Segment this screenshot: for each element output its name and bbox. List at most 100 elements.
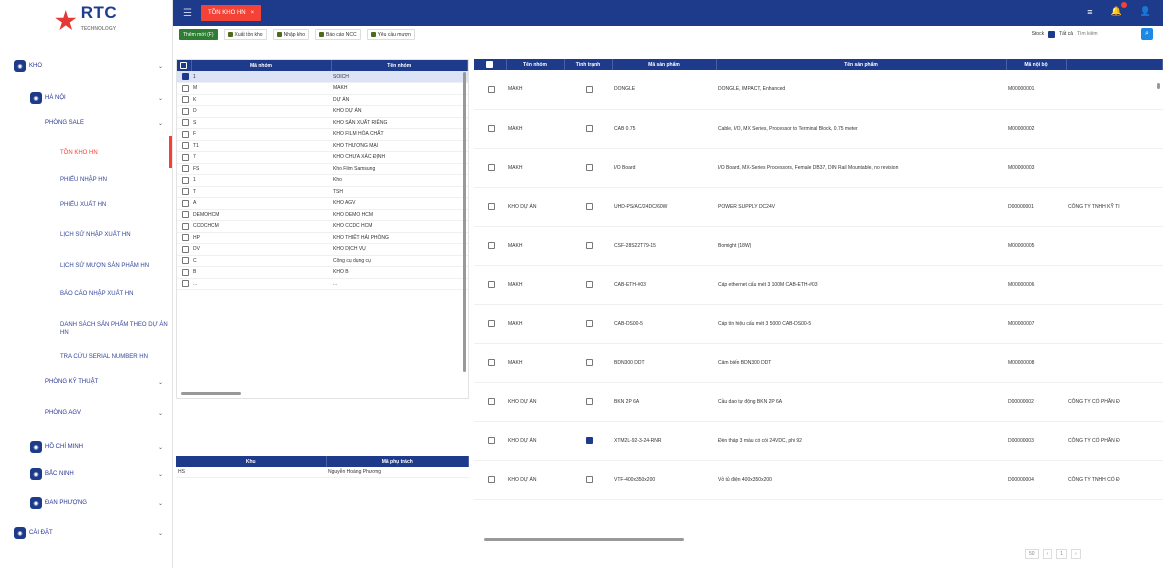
sidebar-item[interactable]: TỒN KHO HN xyxy=(0,149,172,157)
row-checkbox[interactable] xyxy=(181,257,189,265)
row-checkbox-cell[interactable] xyxy=(474,421,506,461)
horizontal-scrollbar[interactable] xyxy=(181,392,241,395)
table-row[interactable]: HS Nguyễn Hoàng Phương xyxy=(176,467,469,478)
col-owner[interactable]: Mã phụ trách xyxy=(326,456,469,467)
row-checkbox-cell[interactable] xyxy=(474,460,506,500)
row-checkbox[interactable] xyxy=(487,320,495,327)
table-row[interactable]: MAKH DONGLE DONGLE, IMPACT, Enhanced M00000… xyxy=(474,70,1163,110)
status-cell[interactable] xyxy=(564,460,612,500)
row-checkbox[interactable] xyxy=(181,119,189,127)
status-checkbox[interactable] xyxy=(585,476,593,483)
status-checkbox[interactable] xyxy=(585,437,593,444)
table-row[interactable]: K DỰ ÁN xyxy=(177,94,468,106)
status-cell[interactable] xyxy=(564,304,612,344)
row-checkbox-cell[interactable] xyxy=(177,197,191,210)
import-button[interactable]: Nhập kho xyxy=(272,29,309,40)
row-checkbox-cell[interactable] xyxy=(177,174,191,187)
supplier-report-button[interactable]: Báo cáo NCC xyxy=(314,29,361,40)
row-checkbox-cell[interactable] xyxy=(177,278,191,290)
table-row[interactable]: A KHO AGV xyxy=(177,197,468,210)
row-checkbox[interactable] xyxy=(181,280,189,288)
row-checkbox[interactable] xyxy=(181,73,189,80)
col-product-name[interactable]: Tên sản phẩm xyxy=(716,59,1007,70)
row-checkbox-cell[interactable] xyxy=(474,226,506,266)
status-checkbox[interactable] xyxy=(585,398,593,405)
status-cell[interactable] xyxy=(564,70,612,110)
row-checkbox-cell[interactable] xyxy=(177,186,191,198)
table-row[interactable]: KHO DỰ ÁN BKN 2P 6A Cầu dao tự động BKN 2P… xyxy=(474,382,1163,422)
row-checkbox[interactable] xyxy=(181,130,189,138)
table-row[interactable]: DV KHO DỊCH VỤ xyxy=(177,243,468,256)
chevron-down-icon[interactable]: ⌄ xyxy=(158,410,163,417)
row-checkbox[interactable] xyxy=(181,107,189,115)
chevron-down-icon[interactable]: ⌄ xyxy=(158,63,163,70)
table-row[interactable]: ...... xyxy=(177,278,468,290)
col-area[interactable]: Khu xyxy=(176,456,327,467)
row-checkbox-cell[interactable] xyxy=(177,255,191,267)
page-number[interactable]: 1 xyxy=(1056,549,1068,559)
row-checkbox[interactable] xyxy=(181,142,189,150)
table-row[interactable]: 7 KHO CHƯA XÁC ĐỊNH xyxy=(177,151,468,164)
chevron-down-icon[interactable]: ⌄ xyxy=(158,500,163,507)
status-checkbox[interactable] xyxy=(585,203,593,210)
table-row[interactable]: M MAKH xyxy=(177,82,468,95)
row-checkbox-cell[interactable] xyxy=(177,82,191,95)
row-checkbox[interactable] xyxy=(181,176,189,184)
row-checkbox-cell[interactable] xyxy=(474,343,506,383)
row-checkbox-cell[interactable] xyxy=(177,243,191,256)
row-checkbox[interactable] xyxy=(181,153,189,161)
chevron-down-icon[interactable]: ⌄ xyxy=(158,120,163,127)
row-checkbox[interactable] xyxy=(181,268,189,276)
table-row[interactable]: KHO DỰ ÁN VTF-400x350x200 Vỏ tủ điện 400x3… xyxy=(474,460,1163,500)
col-status[interactable]: Tình trạnh xyxy=(564,59,613,70)
table-row[interactable]: MAKH CAB 0.75 Cable, I/O, MX Series, Proce… xyxy=(474,109,1163,149)
chevron-down-icon[interactable]: ⌄ xyxy=(158,444,163,451)
export-stock-button[interactable]: Xuất tồn kho xyxy=(223,29,267,40)
row-checkbox-cell[interactable] xyxy=(177,220,191,233)
status-cell[interactable] xyxy=(564,109,612,149)
table-row[interactable]: MAKH CAB-ETH-#03 Cáp ethernet cấu mét 3 10… xyxy=(474,265,1163,305)
hamburger-icon[interactable]: ☰ xyxy=(183,8,192,19)
table-row[interactable]: MAKH BDN300 DDT Cảm biến BDN300 DDT M000000… xyxy=(474,343,1163,383)
table-row[interactable]: F KHO FILM HÓA CHẤT xyxy=(177,128,468,141)
table-row[interactable]: CCDCHCM KHO CCDC HCM xyxy=(177,220,468,233)
chevron-down-icon[interactable]: ⌄ xyxy=(158,95,163,102)
next-page-button[interactable]: › xyxy=(1071,549,1081,559)
select-all-header[interactable] xyxy=(177,60,192,71)
status-checkbox[interactable] xyxy=(585,242,593,249)
sidebar-item[interactable]: ◉ BẮC NINH ⌄ xyxy=(0,468,172,480)
chevron-down-icon[interactable]: ⌄ xyxy=(158,530,163,537)
table-row[interactable]: B KHO B xyxy=(177,266,468,279)
page-size-select[interactable]: 50 xyxy=(1025,549,1039,559)
row-checkbox-cell[interactable] xyxy=(474,304,506,344)
chevron-down-icon[interactable]: ⌄ xyxy=(158,379,163,386)
row-checkbox-cell[interactable] xyxy=(474,70,506,110)
all-checkbox[interactable] xyxy=(1048,30,1056,38)
row-checkbox[interactable] xyxy=(181,222,189,230)
table-row[interactable]: 1 SOICH xyxy=(177,71,468,83)
status-cell[interactable] xyxy=(564,421,612,461)
row-checkbox-cell[interactable] xyxy=(474,382,506,422)
sidebar-item[interactable]: ◉ HÀ NỘI ⌄ xyxy=(0,92,172,104)
row-checkbox-cell[interactable] xyxy=(474,187,506,227)
status-cell[interactable] xyxy=(564,265,612,305)
search-button[interactable]: ⌕ xyxy=(1141,28,1153,40)
status-cell[interactable] xyxy=(564,148,612,188)
table-row[interactable]: KHO DỰ ÁN XTM2L-92-3-24-RNR Đèn tháp 3 màu… xyxy=(474,421,1163,461)
row-checkbox[interactable] xyxy=(181,199,189,207)
sidebar-item[interactable]: PHIẾU XUẤT HN xyxy=(0,201,172,209)
close-icon[interactable]: × xyxy=(251,10,255,16)
user-icon[interactable]: 👤 xyxy=(1140,6,1151,17)
row-checkbox-cell[interactable] xyxy=(177,117,191,129)
row-checkbox[interactable] xyxy=(181,234,189,242)
table-row[interactable]: T1 KHO THƯƠNG MẠI xyxy=(177,140,468,152)
row-checkbox[interactable] xyxy=(487,476,495,483)
row-checkbox-cell[interactable] xyxy=(177,266,191,279)
row-checkbox[interactable] xyxy=(487,242,495,249)
status-cell[interactable] xyxy=(564,187,612,227)
sidebar-item[interactable]: PHIẾU NHẬP HN xyxy=(0,176,172,184)
sidebar-item[interactable]: DANH SÁCH SẢN PHẨM THEO DỰ ÁN HN xyxy=(0,321,172,337)
vertical-scrollbar[interactable] xyxy=(1157,83,1160,89)
sidebar-item[interactable]: PHÒNG AGV ⌄ xyxy=(0,409,172,417)
status-cell[interactable] xyxy=(564,226,612,266)
